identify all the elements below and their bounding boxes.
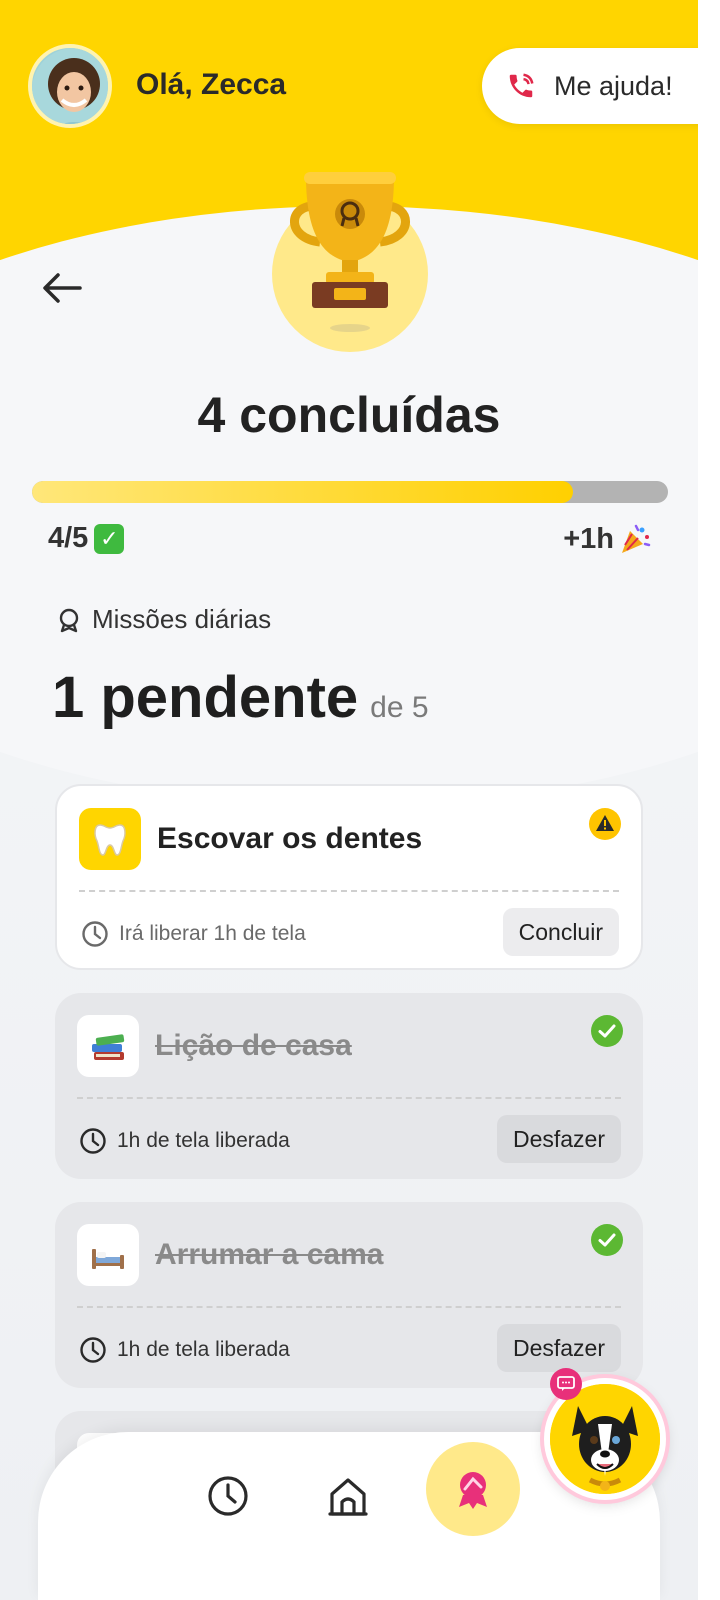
progress-count-text: 4/5 bbox=[48, 522, 89, 554]
badge-icon bbox=[59, 608, 79, 632]
card-divider bbox=[77, 1097, 621, 1099]
mission-meta: Irá liberar 1h de tela bbox=[81, 920, 306, 948]
warning-icon bbox=[589, 808, 621, 840]
nav-home-icon[interactable] bbox=[320, 1468, 376, 1524]
check-circle-icon bbox=[591, 1015, 623, 1047]
page-edge bbox=[698, 0, 720, 1600]
card-divider bbox=[77, 1306, 621, 1308]
clock-icon bbox=[80, 1337, 106, 1363]
help-button-label: Me ajuda! bbox=[554, 70, 673, 101]
tooth-icon bbox=[79, 808, 141, 870]
bed-icon bbox=[77, 1224, 139, 1286]
clock-icon bbox=[82, 921, 108, 947]
help-button[interactable]: Me ajuda! bbox=[482, 48, 698, 124]
pending-total: de 5 bbox=[370, 691, 429, 724]
chat-bubble-icon[interactable] bbox=[550, 1368, 582, 1400]
nav-clock-icon[interactable] bbox=[200, 1468, 256, 1524]
mission-card[interactable]: Lição de casa 1h de tela liberada Desfaz… bbox=[55, 993, 643, 1179]
party-popper-icon bbox=[622, 524, 651, 553]
undo-button[interactable]: Desfazer bbox=[496, 1115, 621, 1163]
trophy-icon bbox=[290, 172, 410, 332]
pending-summary: 1 pendente de 5 bbox=[52, 664, 429, 731]
pending-count: 1 pendente bbox=[52, 665, 359, 730]
app-screen: Olá, Zecca Me ajuda! 4 concluídas 4/5 ✓ … bbox=[0, 0, 698, 1600]
section-label: Missões diárias bbox=[56, 604, 271, 635]
progress-reward-text: +1h bbox=[563, 522, 614, 555]
section-label-text: Missões diárias bbox=[92, 604, 272, 634]
mission-meta: 1h de tela liberada bbox=[79, 1127, 290, 1155]
avatar[interactable] bbox=[28, 44, 112, 128]
books-icon bbox=[77, 1015, 139, 1077]
mission-meta-text: Irá liberar 1h de tela bbox=[119, 922, 306, 945]
mission-meta-text: 1h de tela liberada bbox=[117, 1338, 290, 1361]
check-mark-icon: ✓ bbox=[94, 523, 125, 554]
mission-meta: 1h de tela liberada bbox=[79, 1336, 290, 1364]
progress-count: 4/5 ✓ bbox=[48, 522, 125, 555]
undo-button[interactable]: Desfazer bbox=[496, 1324, 621, 1372]
mission-card[interactable]: Escovar os dentes Irá liberar 1h de tela… bbox=[55, 784, 643, 970]
greeting-text: Olá, Zecca bbox=[136, 68, 287, 101]
check-circle-icon bbox=[591, 1224, 623, 1256]
progress-reward: +1h bbox=[563, 522, 652, 556]
mission-name: Lição de casa bbox=[155, 1029, 352, 1062]
progress-bar bbox=[32, 481, 668, 503]
clock-icon bbox=[80, 1128, 106, 1154]
mission-name: Arrumar a cama bbox=[155, 1238, 384, 1271]
mission-name: Escovar os dentes bbox=[157, 822, 423, 855]
complete-button[interactable]: Concluir bbox=[502, 908, 619, 956]
phone-icon bbox=[509, 73, 534, 98]
card-divider bbox=[79, 890, 619, 892]
back-arrow-icon[interactable] bbox=[40, 268, 84, 308]
progress-fill bbox=[32, 481, 573, 503]
mission-meta-text: 1h de tela liberada bbox=[117, 1129, 290, 1152]
mission-card[interactable]: Arrumar a cama 1h de tela liberada Desfa… bbox=[55, 1202, 643, 1388]
nav-missions-badge-icon[interactable] bbox=[426, 1442, 520, 1536]
page-title: 4 concluídas bbox=[197, 387, 501, 443]
